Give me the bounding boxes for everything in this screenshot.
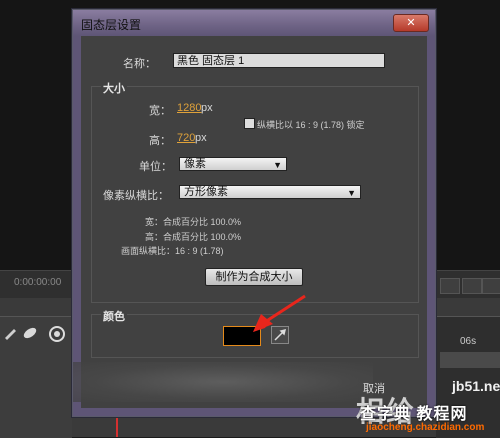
blurred-watermark <box>73 362 373 402</box>
close-button[interactable]: ✕ <box>393 14 429 32</box>
toolbar-button[interactable] <box>482 278 500 294</box>
lock-aspect-label: 纵横比以 16 : 9 (1.78) 锁定 <box>257 120 365 130</box>
target-icon[interactable] <box>48 325 66 343</box>
ruler-time-label: 06s <box>460 336 477 347</box>
dialog-titlebar[interactable]: 固态层设置 ✕ <box>73 10 435 36</box>
watermark-site: jb51.net <box>452 378 500 394</box>
watermark-url: jiaocheng.chazidian.com <box>366 422 485 433</box>
toolbar-button[interactable] <box>462 278 482 294</box>
unit-label: 单位： <box>139 161 172 173</box>
timeline-track[interactable] <box>440 352 500 368</box>
unit-select-value: 像素 <box>184 158 206 170</box>
pen-icon[interactable] <box>2 325 18 341</box>
height-value[interactable]: 720 <box>177 132 195 144</box>
pill-icon[interactable] <box>22 325 38 341</box>
size-group-title: 大小 <box>101 80 127 96</box>
unit-select[interactable]: 像素 ▼ <box>179 157 287 171</box>
width-label: 宽： <box>149 105 171 117</box>
pixel-aspect-select[interactable]: 方形像素 ▼ <box>179 185 361 199</box>
width-value[interactable]: 1280 <box>177 102 201 114</box>
layer-panel <box>0 316 72 438</box>
frame-aspect-text: 画面纵横比：16 : 9 (1.78) <box>121 246 224 256</box>
height-percent-text: 高：合成百分比 100.0% <box>145 232 242 242</box>
toolbar-button[interactable] <box>440 278 460 294</box>
solid-settings-dialog: 固态层设置 ✕ 名称： 黑色 固态层 1 大小 宽： 1280 px 纵横比以 … <box>72 9 436 417</box>
name-label: 名称： <box>123 58 156 70</box>
width-unit: px <box>201 102 213 114</box>
watermark: 相给 jb51.net 查字典 教程网 jiaocheng.chazidian.… <box>356 378 500 437</box>
lock-aspect-checkbox[interactable] <box>244 118 255 129</box>
color-group-title: 颜色 <box>101 308 127 324</box>
name-input[interactable]: 黑色 固态层 1 <box>173 53 385 68</box>
dialog-title: 固态层设置 <box>81 18 142 32</box>
chevron-down-icon: ▼ <box>347 188 356 198</box>
pixel-aspect-label: 像素纵横比： <box>103 190 169 202</box>
timecode-display[interactable]: 0:00:00:00 <box>14 277 61 288</box>
dialog-border <box>427 36 435 416</box>
annotation-arrow <box>253 294 306 332</box>
dialog-border <box>73 36 81 416</box>
height-label: 高： <box>149 135 171 147</box>
watermark-cn: 查字典 教程网 <box>360 406 468 423</box>
close-icon: ✕ <box>406 17 416 29</box>
width-percent-text: 宽：合成百分比 100.0% <box>145 217 242 227</box>
chevron-down-icon: ▼ <box>273 160 282 170</box>
pixel-aspect-select-value: 方形像素 <box>184 186 228 198</box>
height-unit: px <box>195 132 207 144</box>
make-comp-size-button[interactable]: 制作为合成大小 <box>205 268 303 286</box>
